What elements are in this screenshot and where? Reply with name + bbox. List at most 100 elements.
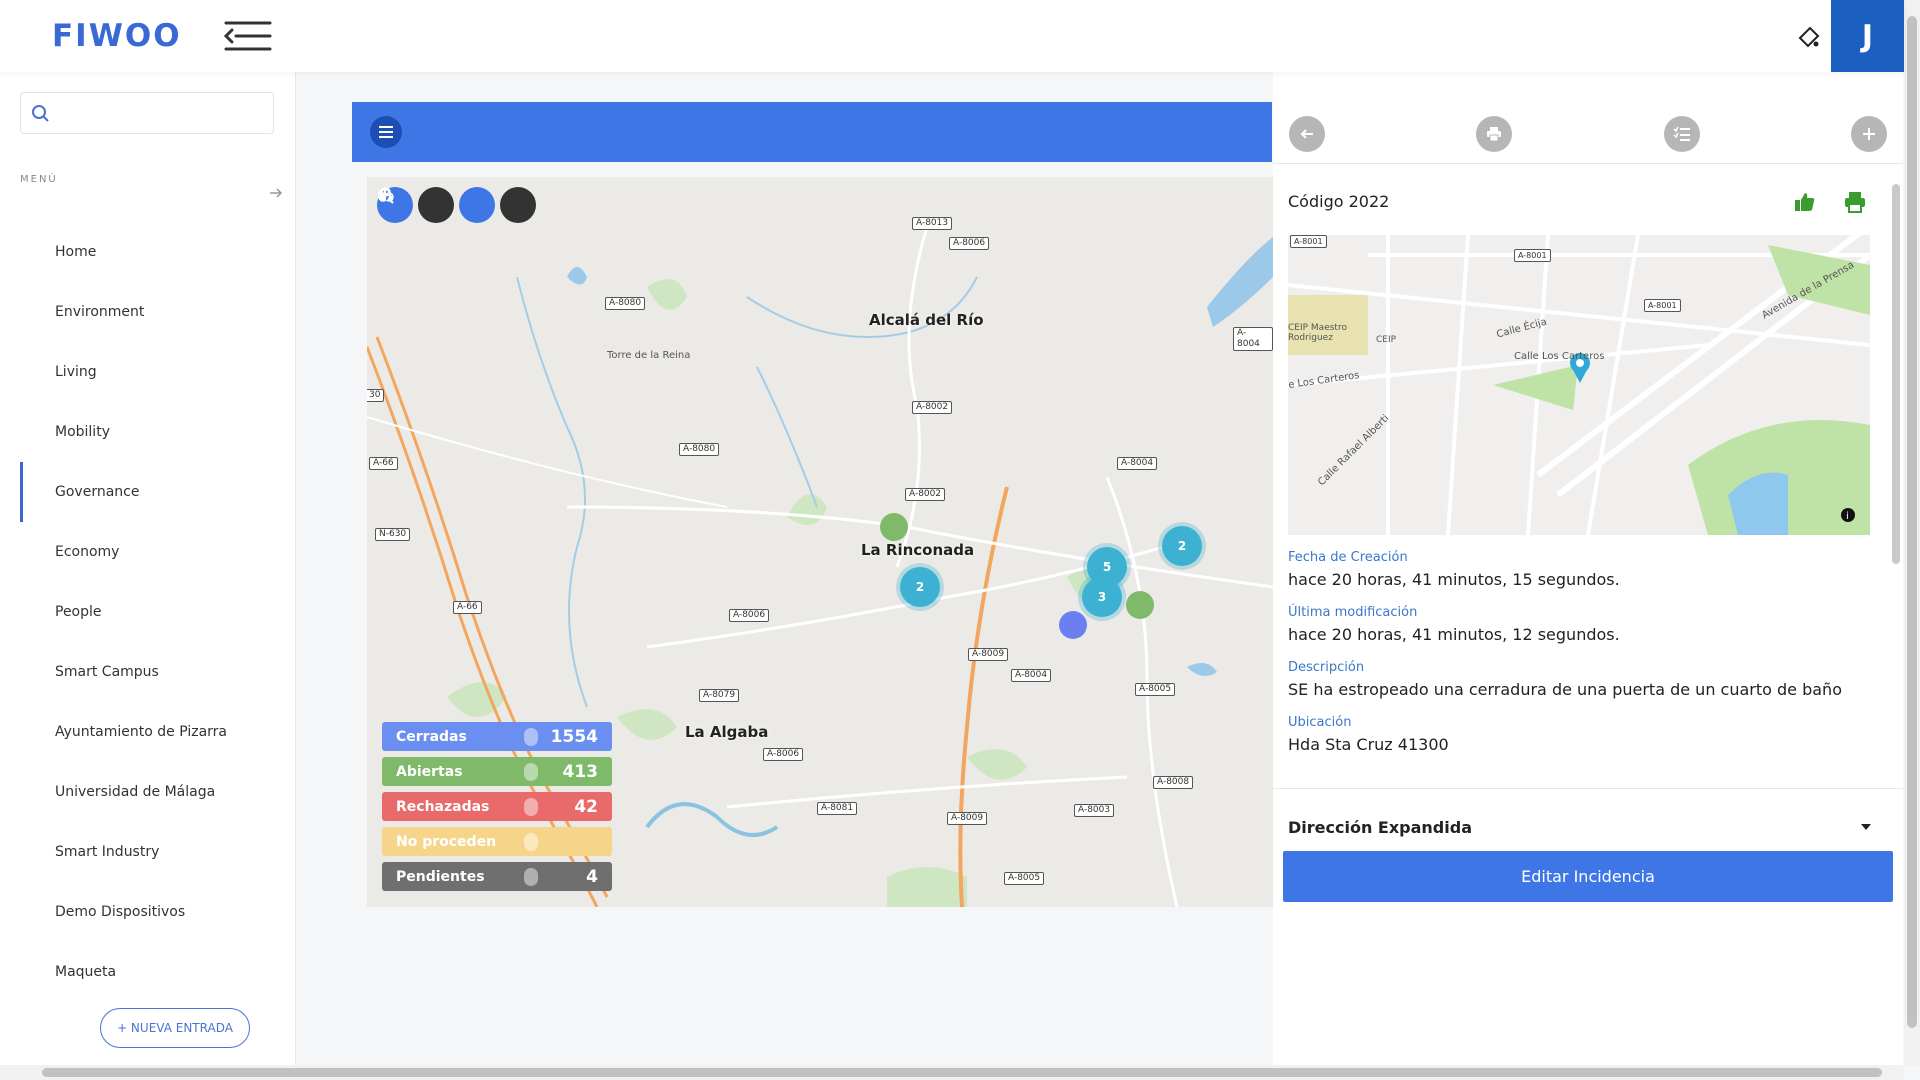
sidebar-item-governance[interactable]: Governance <box>0 462 296 522</box>
road-label: A-8003 <box>1074 804 1115 817</box>
road-label: A-8005 <box>1004 872 1045 885</box>
checklist-button[interactable] <box>1664 116 1700 152</box>
legend-label: No proceden <box>396 833 497 850</box>
last-modified-value: hace 20 horas, 41 minutos, 12 segundos. <box>1288 625 1620 644</box>
minimap-road-label: A-8001 <box>1644 299 1681 312</box>
fiwoo-logo[interactable]: FIWOO <box>52 18 182 54</box>
cluster-marker[interactable]: 2 <box>900 567 940 607</box>
list-menu-button[interactable] <box>370 116 402 148</box>
new-entry-button[interactable]: + NUEVA ENTRADA <box>100 1008 250 1048</box>
road-label: A-8006 <box>949 237 990 250</box>
printer-icon <box>1487 127 1501 142</box>
plus-icon <box>379 189 391 201</box>
road-label: A-66 <box>453 601 482 614</box>
expanded-address-header[interactable]: Dirección Expandida <box>1288 818 1472 837</box>
incident-map[interactable]: Alcalá del Río La Rinconada La Algaba To… <box>367 177 1273 907</box>
add-incident-button[interactable] <box>1851 116 1887 152</box>
map-header-bar <box>352 102 1272 162</box>
road-label: A-8009 <box>947 812 988 825</box>
search-input[interactable] <box>20 92 274 134</box>
legend-rechazadas[interactable]: Rechazadas 42 <box>382 792 612 821</box>
legend-cerradas[interactable]: Cerradas 1554 <box>382 722 612 751</box>
incident-marker-green[interactable] <box>880 513 908 541</box>
incident-marker-green[interactable] <box>1126 591 1154 619</box>
sidebar-item-environment[interactable]: Environment <box>0 282 296 342</box>
road-label: N-630 <box>375 528 411 541</box>
printer-icon[interactable] <box>1843 190 1867 218</box>
edit-incident-button[interactable]: Editar Incidencia <box>1283 851 1893 902</box>
panel-toolbar <box>1273 72 1903 164</box>
status-legend: Cerradas 1554 Abiertas 413 Rechazadas 42… <box>382 722 612 897</box>
notification-icon[interactable] <box>1794 22 1824 52</box>
legend-label: Abiertas <box>396 763 463 780</box>
legend-no-proceden[interactable]: No proceden <box>382 827 612 856</box>
sidebar-item-home[interactable]: Home <box>0 222 296 282</box>
search-icon <box>32 105 49 122</box>
legend-count: 42 <box>574 796 598 817</box>
minimap-road-label: A-8001 <box>1290 235 1327 248</box>
place-la-rinconada: La Rinconada <box>861 541 975 559</box>
place-alcala-del-rio: Alcalá del Río <box>869 311 984 329</box>
road-label: A-8006 <box>763 748 804 761</box>
creation-date-label: Fecha de Creación <box>1288 550 1408 565</box>
road-label: A-8080 <box>605 297 646 310</box>
arrow-left-icon <box>1300 129 1313 139</box>
road-label: A-8002 <box>912 401 953 414</box>
road-label: A-8008 <box>1153 776 1194 789</box>
legend-label: Pendientes <box>396 868 485 885</box>
arrow-right-icon[interactable] <box>268 185 284 201</box>
map-search-button[interactable] <box>377 187 454 223</box>
print-button[interactable] <box>1476 116 1512 152</box>
road-label: A-8079 <box>699 689 740 702</box>
page-horizontal-scrollbar[interactable] <box>0 1065 1904 1080</box>
legend-abiertas[interactable]: Abiertas 413 <box>382 757 612 786</box>
menu-label: MENÚ <box>20 174 58 185</box>
road-label: A-66 <box>369 457 398 470</box>
legend-count: 413 <box>562 761 599 782</box>
panel-scrollbar[interactable] <box>1890 172 1902 892</box>
place-torre-de-la-reina: Torre de la Reina <box>607 350 691 361</box>
add-button[interactable] <box>379 187 536 223</box>
menu-icon <box>379 126 393 138</box>
sidebar-item-living[interactable]: Living <box>0 342 296 402</box>
legend-count: 4 <box>586 866 598 887</box>
dashboard-button[interactable] <box>379 187 495 223</box>
sidebar: MENÚ Home Environment Living Mobility Go… <box>0 72 296 1065</box>
cluster-marker[interactable]: 3 <box>1082 577 1122 617</box>
sidebar-item-universidad-malaga[interactable]: Universidad de Málaga <box>0 762 296 822</box>
sidebar-item-ayuntamiento-pizarra[interactable]: Ayuntamiento de Pizarra <box>0 702 296 762</box>
road-label: A-8006 <box>729 609 770 622</box>
sidebar-item-smart-industry[interactable]: Smart Industry <box>0 822 296 882</box>
sidebar-item-economy[interactable]: Economy <box>0 522 296 582</box>
location-minimap[interactable]: i A-8001 A-8001 A-8001 CEIP Maestro Rodr… <box>1288 235 1870 535</box>
hamburger-menu-icon[interactable] <box>223 20 274 52</box>
chevron-down-icon[interactable] <box>1861 824 1871 830</box>
road-label: A-8004 <box>1011 669 1052 682</box>
svg-text:i: i <box>1846 511 1849 522</box>
sidebar-item-smart-campus[interactable]: Smart Campus <box>0 642 296 702</box>
minimap-poi-ceip: CEIP <box>1376 335 1397 345</box>
sidebar-item-maqueta[interactable]: Maqueta <box>0 942 296 1002</box>
back-button[interactable] <box>1289 116 1325 152</box>
road-label: A-8080 <box>679 443 720 456</box>
description-value: SE ha estropeado una cerradura de una pu… <box>1288 680 1842 699</box>
creation-date-value: hace 20 horas, 41 minutos, 15 segundos. <box>1288 570 1620 589</box>
sidebar-item-mobility[interactable]: Mobility <box>0 402 296 462</box>
incident-detail-panel: Código 2022 i A-8001 A-8001 A-8001 CEIP … <box>1273 72 1903 1065</box>
incident-marker-blue[interactable] <box>1059 611 1087 639</box>
user-avatar[interactable]: J <box>1831 0 1904 72</box>
location-value: Hda Sta Cruz 41300 <box>1288 735 1449 754</box>
place-la-algaba: La Algaba <box>685 723 769 741</box>
thumbs-up-icon[interactable] <box>1793 190 1817 218</box>
legend-count: 1554 <box>550 726 598 747</box>
cluster-marker[interactable]: 2 <box>1162 526 1202 566</box>
minimap-road-label: A-8001 <box>1514 249 1551 262</box>
sidebar-item-demo-dispositivos[interactable]: Demo Dispositivos <box>0 882 296 942</box>
legend-pendientes[interactable]: Pendientes 4 <box>382 862 612 891</box>
sidebar-item-people[interactable]: People <box>0 582 296 642</box>
road-label: A-8081 <box>817 802 858 815</box>
plus-icon <box>1863 128 1875 140</box>
road-label: A-8002 <box>905 488 946 501</box>
page-vertical-scrollbar[interactable] <box>1904 0 1920 1065</box>
last-modified-label: Última modificación <box>1288 605 1418 620</box>
